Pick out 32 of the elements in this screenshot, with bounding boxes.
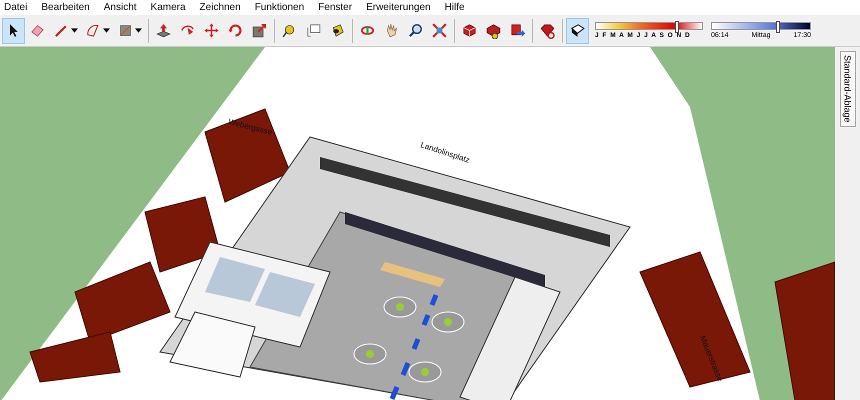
tool-button[interactable] — [2, 18, 25, 44]
rectangle-icon — [117, 22, 134, 39]
caret-icon — [135, 28, 142, 33]
gem-icon — [539, 22, 556, 39]
menu-item[interactable]: Datei — [4, 2, 28, 13]
caret-icon — [71, 28, 78, 33]
package-icon — [485, 22, 502, 39]
menu-item[interactable]: Fenster — [318, 2, 352, 13]
share-icon — [509, 22, 526, 39]
magnifier-icon — [407, 22, 424, 39]
slider-thumb[interactable] — [674, 21, 679, 33]
menu-item[interactable]: Ansicht — [104, 2, 137, 13]
offset-icon — [251, 22, 268, 39]
text-icon — [305, 22, 322, 39]
shadow-toggle-button[interactable] — [566, 18, 589, 44]
cube-icon — [461, 22, 478, 39]
menu-item[interactable]: Erweiterungen — [366, 2, 431, 13]
push-pull-icon — [155, 22, 172, 39]
rotate-icon — [227, 22, 244, 39]
time-slider[interactable] — [711, 22, 811, 30]
move-icon — [203, 22, 220, 39]
menu-item[interactable]: Funktionen — [254, 2, 304, 13]
caret-icon — [103, 28, 110, 33]
menu-item[interactable]: Hilfe — [444, 2, 465, 13]
shadow-box-icon — [569, 22, 586, 39]
slider-thumb[interactable] — [776, 21, 780, 33]
menu-item[interactable]: Kamera — [150, 2, 186, 13]
panel-tab[interactable]: Standard-Ablage — [840, 51, 856, 127]
date-slider[interactable] — [595, 22, 703, 30]
menu-item[interactable]: Bearbeiten — [41, 2, 90, 13]
menu-item[interactable]: Zeichnen — [200, 2, 241, 13]
zoom-extents-icon — [431, 22, 448, 39]
